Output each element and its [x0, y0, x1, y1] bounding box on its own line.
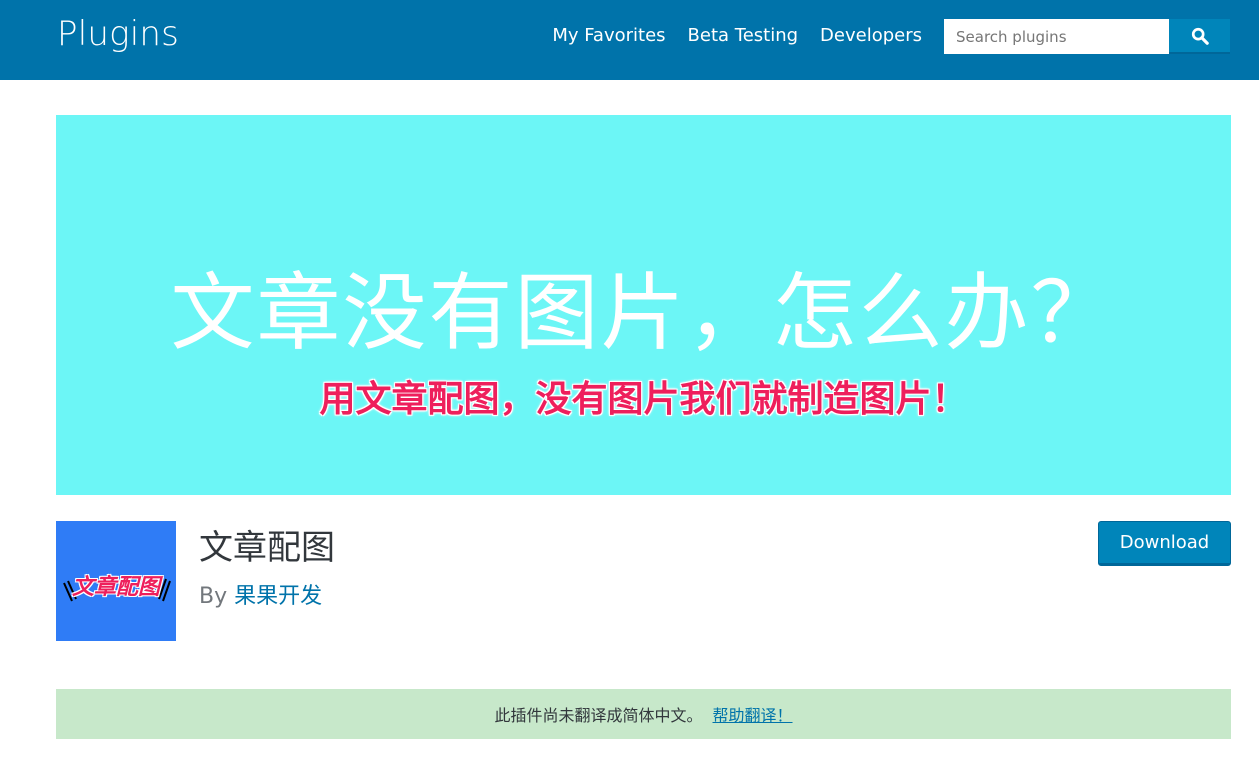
- search-button[interactable]: [1169, 19, 1230, 54]
- author-link[interactable]: 果果开发: [234, 584, 322, 609]
- by-label: By: [199, 584, 228, 609]
- plugin-banner: 文章没有图片，怎么办？ 用文章配图，没有图片我们就制造图片！: [56, 115, 1231, 495]
- nav-developers[interactable]: Developers: [820, 25, 922, 46]
- plugin-icon: 文章配图: [56, 521, 176, 641]
- notice-text: 此插件尚未翻译成简体中文。: [494, 706, 703, 725]
- site-header: Plugins My Favorites Beta Testing Develo…: [0, 0, 1259, 80]
- plugin-title: 文章配图: [199, 528, 335, 568]
- help-translate-link[interactable]: 帮助翻译！: [713, 702, 793, 726]
- banner-subline: 用文章配图，没有图片我们就制造图片！: [319, 379, 968, 420]
- site-title[interactable]: Plugins: [57, 14, 179, 54]
- download-button[interactable]: Download: [1098, 521, 1231, 566]
- plugin-author: By 果果开发: [199, 578, 322, 610]
- main-nav: My Favorites Beta Testing Developers: [552, 25, 922, 46]
- search-icon: [1191, 27, 1209, 45]
- nav-my-favorites[interactable]: My Favorites: [552, 25, 665, 46]
- banner-headline: 文章没有图片，怎么办？: [170, 264, 1117, 362]
- translation-notice: 此插件尚未翻译成简体中文。 帮助翻译！: [56, 689, 1231, 739]
- search-input[interactable]: [944, 19, 1169, 54]
- nav-beta-testing[interactable]: Beta Testing: [688, 25, 799, 46]
- plugin-icon-text: 文章配图: [71, 575, 160, 600]
